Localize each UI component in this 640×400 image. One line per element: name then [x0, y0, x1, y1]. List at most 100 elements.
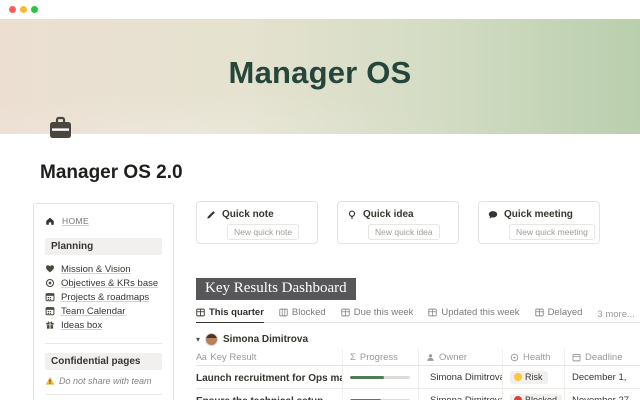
confidential-warning: Do not share with team — [45, 376, 162, 386]
sidebar-item-mission-vision[interactable]: Mission & Vision — [45, 262, 162, 276]
column-header-health[interactable]: Health — [502, 349, 564, 365]
new-quick-note-button[interactable]: New quick note — [227, 224, 299, 240]
tab-updated-this-week[interactable]: Updated this week — [428, 307, 519, 322]
calendar-icon — [45, 306, 55, 316]
sidebar-item-ideas-box[interactable]: Ideas box — [45, 318, 162, 332]
table-row[interactable]: Ensure the technical setup Simona Dimitr… — [196, 389, 640, 400]
table-group-header[interactable]: ▾ Simona Dimitrova — [196, 332, 640, 346]
formula-property-icon: Σ — [350, 352, 356, 363]
main-content: Quick note New quick note Quick idea New… — [196, 201, 640, 400]
column-header-key-result[interactable]: Aa Key Result — [196, 352, 342, 363]
home-icon — [45, 216, 55, 226]
column-label: Owner — [439, 352, 467, 363]
calendar-icon — [45, 292, 55, 302]
quick-card-title: Quick meeting — [504, 209, 573, 220]
gift-icon — [45, 320, 55, 330]
minimize-window-button[interactable] — [20, 6, 27, 13]
tab-label: Blocked — [292, 307, 326, 318]
dashboard-heading: Key Results Dashboard — [196, 278, 356, 300]
column-header-deadline[interactable]: Deadline — [564, 349, 640, 365]
sidebar-item-team-calendar[interactable]: Team Calendar — [45, 304, 162, 318]
health-label: Risk — [525, 372, 543, 382]
progress-bar — [350, 376, 410, 379]
page-title: Manager OS 2.0 — [40, 162, 183, 184]
target-icon — [45, 278, 55, 288]
column-header-progress[interactable]: Σ Progress — [342, 349, 418, 365]
owner-name: Simona Dimitrova — [430, 395, 502, 400]
tab-label: Delayed — [548, 307, 583, 318]
person-icon — [426, 353, 435, 362]
health-badge[interactable]: Risk — [510, 371, 548, 384]
confidential-warning-text: Do not share with team — [59, 376, 152, 386]
new-quick-meeting-button[interactable]: New quick meeting — [509, 224, 595, 240]
column-label: Key Result — [210, 352, 256, 363]
sidebar-item-label: Ideas box — [61, 320, 102, 331]
sidebar-navigation: HOME Planning Mission & Vision Objective… — [33, 203, 174, 400]
board-view-icon — [279, 308, 288, 317]
pencil-icon — [206, 210, 216, 220]
table-view-icon — [535, 308, 544, 317]
risk-dot-icon — [514, 373, 522, 381]
banner-title: Manager OS — [0, 55, 640, 91]
sidebar-divider — [45, 394, 162, 395]
sidebar-item-projects-roadmaps[interactable]: Projects & roadmaps — [45, 290, 162, 304]
briefcase-icon[interactable] — [47, 115, 74, 142]
table-view-icon — [196, 308, 205, 317]
key-results-table: Aa Key Result Σ Progress Owner — [196, 349, 640, 400]
sidebar-section-confidential: Confidential pages — [45, 353, 162, 370]
sidebar-item-home[interactable]: HOME — [45, 214, 162, 228]
tab-this-quarter[interactable]: This quarter — [196, 307, 264, 323]
quick-actions-row: Quick note New quick note Quick idea New… — [196, 201, 640, 244]
sidebar-item-label: Objectives & KRs base — [61, 278, 158, 289]
collapse-toggle-icon[interactable]: ▾ — [196, 335, 200, 344]
health-label: Blocked — [525, 395, 557, 400]
quick-idea-card: Quick idea New quick idea — [337, 201, 459, 244]
deadline-date: December 1, — [572, 372, 626, 383]
cover-banner: Manager OS — [0, 19, 640, 134]
title-property-icon: Aa — [196, 352, 206, 362]
sidebar-item-objectives-krs[interactable]: Objectives & KRs base — [45, 276, 162, 290]
deadline-date: November 27 — [572, 395, 629, 400]
column-header-owner[interactable]: Owner — [418, 349, 502, 365]
sidebar-item-label: Mission & Vision — [61, 264, 131, 275]
sidebar-item-label: Projects & roadmaps — [61, 292, 149, 303]
status-icon — [510, 353, 519, 362]
tab-delayed[interactable]: Delayed — [535, 307, 583, 322]
table-row[interactable]: Launch recruitment for Ops manager Simon… — [196, 366, 640, 389]
tab-label: Updated this week — [441, 307, 519, 318]
sidebar-divider — [45, 343, 162, 344]
heart-hands-icon — [45, 264, 55, 274]
new-quick-idea-button[interactable]: New quick idea — [368, 224, 440, 240]
sidebar-item-label: Team Calendar — [61, 306, 125, 317]
tab-label: Due this week — [354, 307, 414, 318]
close-window-button[interactable] — [9, 6, 16, 13]
key-result-title[interactable]: Launch recruitment for Ops manager — [196, 373, 342, 384]
tab-blocked[interactable]: Blocked — [279, 307, 326, 322]
avatar — [205, 333, 218, 346]
blocked-dot-icon — [514, 396, 522, 400]
sidebar-section-planning: Planning — [45, 238, 162, 255]
table-view-icon — [428, 308, 437, 317]
app-window: Manager OS Manager OS 2.0 HOME Planning … — [0, 0, 640, 400]
quick-card-title: Quick note — [222, 209, 274, 220]
zoom-window-button[interactable] — [31, 6, 38, 13]
health-badge[interactable]: Blocked — [510, 394, 562, 400]
tab-due-this-week[interactable]: Due this week — [341, 307, 414, 322]
table-header-row: Aa Key Result Σ Progress Owner — [196, 349, 640, 366]
group-name: Simona Dimitrova — [223, 334, 308, 345]
window-titlebar — [0, 0, 640, 19]
column-label: Health — [523, 352, 550, 363]
column-label: Deadline — [585, 352, 623, 363]
column-label: Progress — [360, 352, 398, 363]
warning-icon — [45, 376, 55, 386]
calendar-icon — [572, 353, 581, 362]
quick-note-card: Quick note New quick note — [196, 201, 318, 244]
sidebar-item-label: HOME — [62, 216, 89, 226]
quick-meeting-card: Quick meeting New quick meeting — [478, 201, 600, 244]
lightbulb-icon — [347, 210, 357, 220]
tab-label: This quarter — [209, 307, 264, 318]
key-result-title[interactable]: Ensure the technical setup — [196, 396, 323, 400]
more-tabs-button[interactable]: 3 more... — [597, 309, 635, 320]
quick-card-title: Quick idea — [363, 209, 414, 220]
table-view-icon — [341, 308, 350, 317]
